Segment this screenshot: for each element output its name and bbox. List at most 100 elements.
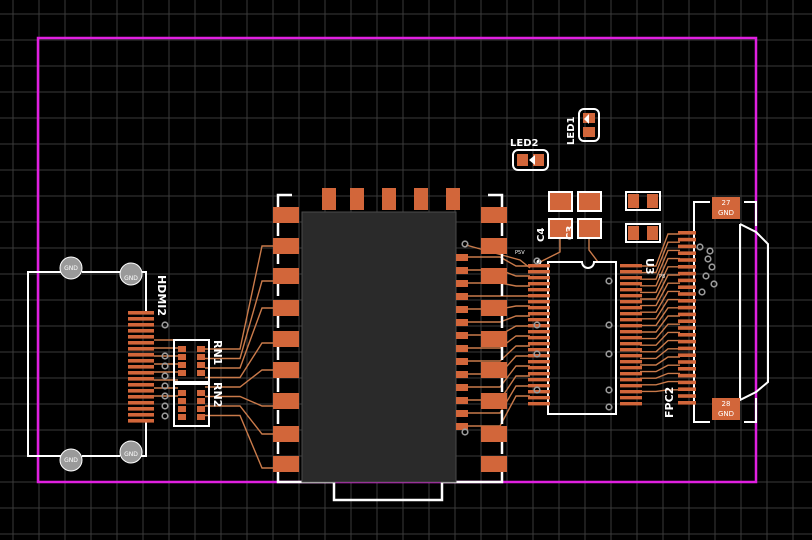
rn-pad xyxy=(178,406,186,412)
u3-pin xyxy=(528,300,550,304)
fpc-pin xyxy=(678,231,696,235)
u3-designator: U3 xyxy=(643,258,656,275)
u3-pin xyxy=(528,402,550,406)
u3-pin xyxy=(528,330,550,334)
module-inner-pad xyxy=(456,319,468,326)
fpc-pin xyxy=(678,292,696,296)
led1-pad xyxy=(583,127,595,137)
fpc-pad-net: GND xyxy=(718,209,734,217)
fpc-pin xyxy=(678,271,696,276)
hdmi-shield-pad[interactable]: GND xyxy=(119,440,143,464)
u3-pin xyxy=(528,360,550,364)
rn-pad xyxy=(197,346,205,352)
rn1-designator: RN1 xyxy=(211,340,224,365)
fpc-pin xyxy=(678,326,696,330)
u3-pin xyxy=(528,378,550,382)
hdmi-pin xyxy=(128,359,154,363)
u3-pin xyxy=(528,318,550,322)
c3-designator: C3 xyxy=(565,226,576,240)
u3-pin xyxy=(620,276,642,280)
fpc-pin xyxy=(678,319,696,323)
fpc-pin xyxy=(678,299,696,303)
u3-pin xyxy=(620,384,642,388)
module-inner-pad xyxy=(456,397,468,404)
hdmi-pin xyxy=(128,365,154,369)
rn-pad xyxy=(178,354,186,360)
module-pad xyxy=(273,331,299,347)
module-pad xyxy=(273,238,299,254)
cap-pad xyxy=(628,194,639,208)
module-inner-pad xyxy=(456,280,468,287)
module-pad xyxy=(273,456,299,472)
fpc-pin xyxy=(678,265,696,269)
hdmi-shield-pad[interactable]: GND xyxy=(59,448,83,472)
u3-pin xyxy=(620,318,642,322)
module-pad xyxy=(414,188,428,210)
hdmi-pin xyxy=(128,377,154,381)
u3-pin xyxy=(620,330,642,334)
module-inner-pad xyxy=(456,306,468,313)
rn-pad xyxy=(197,414,205,420)
rn-pad xyxy=(197,362,205,368)
hdmi-pin xyxy=(128,341,154,345)
rn-pad xyxy=(178,370,186,376)
module-inner-pad xyxy=(456,332,468,339)
fpc-pin xyxy=(678,380,696,385)
hdmi-pin xyxy=(128,323,154,327)
fpc-pin xyxy=(678,305,696,310)
shield-pad-label: GND xyxy=(124,275,138,282)
module-inner-pad xyxy=(456,384,468,391)
u3-pin xyxy=(620,300,642,304)
fpc-pin xyxy=(678,258,696,262)
fpc-pin xyxy=(678,285,696,289)
hdmi-pin xyxy=(128,383,154,387)
fpc-pin xyxy=(678,401,696,405)
module-pad xyxy=(481,207,507,223)
module-inner-pad xyxy=(456,410,468,417)
hdmi-shield-pad[interactable]: GND xyxy=(119,262,143,286)
fpc-pin xyxy=(678,237,696,242)
hdmi-pin xyxy=(128,353,154,357)
u3-pin xyxy=(620,348,642,352)
module-inner-pad xyxy=(456,293,468,300)
module-pad xyxy=(382,188,396,210)
fpc-pin xyxy=(678,360,696,364)
shield-pad-label: GND xyxy=(64,265,78,272)
led2-pad xyxy=(517,154,528,166)
u3-pin xyxy=(620,306,642,310)
u3-pin xyxy=(620,336,642,340)
module-pad xyxy=(481,331,507,347)
fpc-pad-net: GND xyxy=(718,410,734,418)
u3-pin xyxy=(528,396,550,400)
fpc-pin xyxy=(678,367,696,371)
u3-pin xyxy=(620,288,642,292)
module-pad xyxy=(273,426,299,442)
net-label-p5v: P5V xyxy=(515,250,525,256)
u3-pin xyxy=(620,402,642,406)
fpc-designator: FPC2 xyxy=(663,387,676,418)
hdmi-pin xyxy=(128,329,154,333)
u3-pin xyxy=(620,342,642,346)
rn-pad xyxy=(197,406,205,412)
hdmi-pin xyxy=(128,395,154,399)
u3-pin xyxy=(620,270,642,274)
fpc-pin xyxy=(678,333,696,337)
pcb-canvas[interactable]: GND GND GND GND HDMI2 RN1 RN2 U3 P5V P8 … xyxy=(0,0,812,540)
u3-pin xyxy=(528,270,550,274)
module-pad xyxy=(481,238,507,254)
hdmi-shield-pad[interactable]: GND xyxy=(59,256,83,280)
u3-pin xyxy=(528,276,550,280)
rn-pad xyxy=(197,398,205,404)
net-label-p8: P8 xyxy=(659,274,665,280)
module-inner-pad xyxy=(456,254,468,261)
u3-pin xyxy=(620,264,642,268)
hdmi-pin xyxy=(128,371,154,375)
module-body xyxy=(301,211,457,483)
u3-pin xyxy=(528,294,550,298)
u3-pin xyxy=(528,312,550,316)
hdmi-pin xyxy=(128,413,154,417)
fpc-pin xyxy=(678,346,696,351)
module-pad xyxy=(481,362,507,378)
module-inner-pad xyxy=(456,267,468,274)
hdmi-pin xyxy=(128,401,154,405)
